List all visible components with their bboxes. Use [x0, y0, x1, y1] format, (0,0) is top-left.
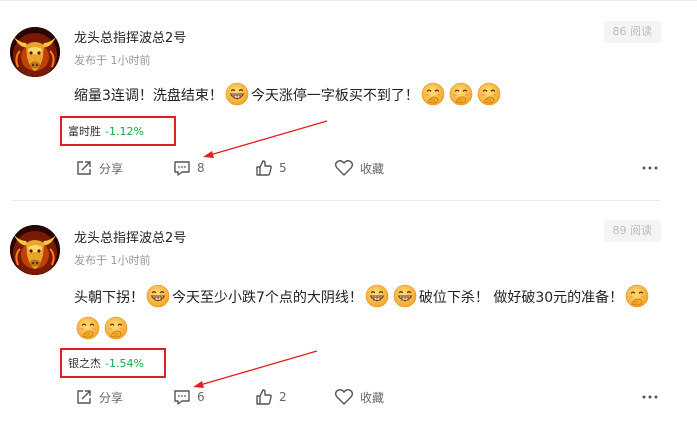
- think-emoji-icon: [421, 82, 445, 106]
- thumbs-up-icon: [256, 389, 272, 405]
- like-button[interactable]: 5: [255, 156, 287, 180]
- content-text: 今天至少小跌7个点的大阴线！: [172, 290, 363, 306]
- share-icon: [77, 161, 91, 175]
- stock-name: 富时胜: [68, 125, 101, 138]
- more-options-icon[interactable]: [641, 391, 659, 403]
- favorite-button[interactable]: 收藏: [334, 156, 384, 180]
- content-text: 缩量3连调！洗盘结束！: [74, 88, 223, 104]
- comment-icon: [174, 161, 190, 176]
- favorite-label: 收藏: [360, 390, 385, 405]
- think-emoji-icon: [477, 82, 501, 106]
- thumbs-up-icon: [256, 160, 272, 176]
- post-content: 头朝下拐！ 今天至少小跌7个点的大阴线！ 破位下杀！ 做好破30元的准备！: [74, 282, 674, 346]
- more-options-icon[interactable]: [641, 162, 659, 174]
- content-text: 今天涨停一字板买不到了！: [250, 88, 419, 104]
- post-content: 缩量3连调！洗盘结束！ 今天涨停一字板买不到了！: [74, 80, 674, 112]
- bull-avatar-icon: [10, 225, 60, 275]
- stock-tag[interactable]: 银之杰 -1.54%: [60, 348, 166, 378]
- stock-name: 银之杰: [68, 357, 101, 370]
- heart-icon: [334, 160, 354, 176]
- post-time: 发布于 1小时前: [74, 254, 151, 267]
- share-label: 分享: [99, 390, 124, 405]
- stock-tag[interactable]: 富时胜 -1.12%: [60, 116, 176, 146]
- share-button[interactable]: 分享: [75, 156, 123, 180]
- think-emoji-icon: [76, 316, 100, 340]
- read-count-badge: 89 阅读: [603, 220, 661, 242]
- stock-change: -1.12%: [105, 124, 144, 138]
- feed-post: 龙头总指挥波总2号 发布于 1小时前 86 阅读 缩量3连调！洗盘结束！ 今天涨停…: [0, 0, 697, 200]
- like-count: 5: [279, 161, 287, 175]
- grin-emoji-icon: [365, 284, 389, 308]
- post-actions: 分享 8 5 收藏: [0, 156, 697, 180]
- share-label: 分享: [99, 161, 124, 176]
- think-emoji-icon: [449, 82, 473, 106]
- comment-button[interactable]: 6: [173, 385, 205, 409]
- comment-count: 6: [197, 390, 205, 404]
- avatar[interactable]: [10, 225, 60, 275]
- comment-icon: [174, 390, 190, 405]
- grin-emoji-icon: [393, 284, 417, 308]
- favorite-label: 收藏: [360, 161, 385, 176]
- comment-button[interactable]: 8: [173, 156, 205, 180]
- like-count: 2: [279, 390, 287, 404]
- feed-post: 龙头总指挥波总2号 发布于 1小时前 89 阅读 头朝下拐！ 今天至少小跌7个点的…: [0, 200, 697, 430]
- share-button[interactable]: 分享: [75, 385, 123, 409]
- favorite-button[interactable]: 收藏: [334, 385, 384, 409]
- bull-avatar-icon: [10, 27, 60, 77]
- avatar[interactable]: [10, 27, 60, 77]
- post-time: 发布于 1小时前: [74, 54, 151, 67]
- grin-emoji-icon: [225, 82, 249, 106]
- grin-emoji-icon: [146, 284, 170, 308]
- share-icon: [77, 390, 91, 404]
- think-emoji-icon: [625, 284, 649, 308]
- author-name[interactable]: 龙头总指挥波总2号: [74, 27, 186, 46]
- read-count-badge: 86 阅读: [603, 21, 661, 43]
- comment-count: 8: [197, 161, 205, 175]
- like-button[interactable]: 2: [255, 385, 287, 409]
- content-text: 破位下杀！ 做好破30元的准备！: [418, 290, 624, 306]
- content-text: 头朝下拐！: [74, 290, 144, 306]
- author-name[interactable]: 龙头总指挥波总2号: [74, 227, 186, 246]
- heart-icon: [334, 389, 354, 405]
- post-actions: 分享 6 2 收藏: [0, 385, 697, 409]
- stock-change: -1.54%: [105, 356, 144, 370]
- think-emoji-icon: [104, 316, 128, 340]
